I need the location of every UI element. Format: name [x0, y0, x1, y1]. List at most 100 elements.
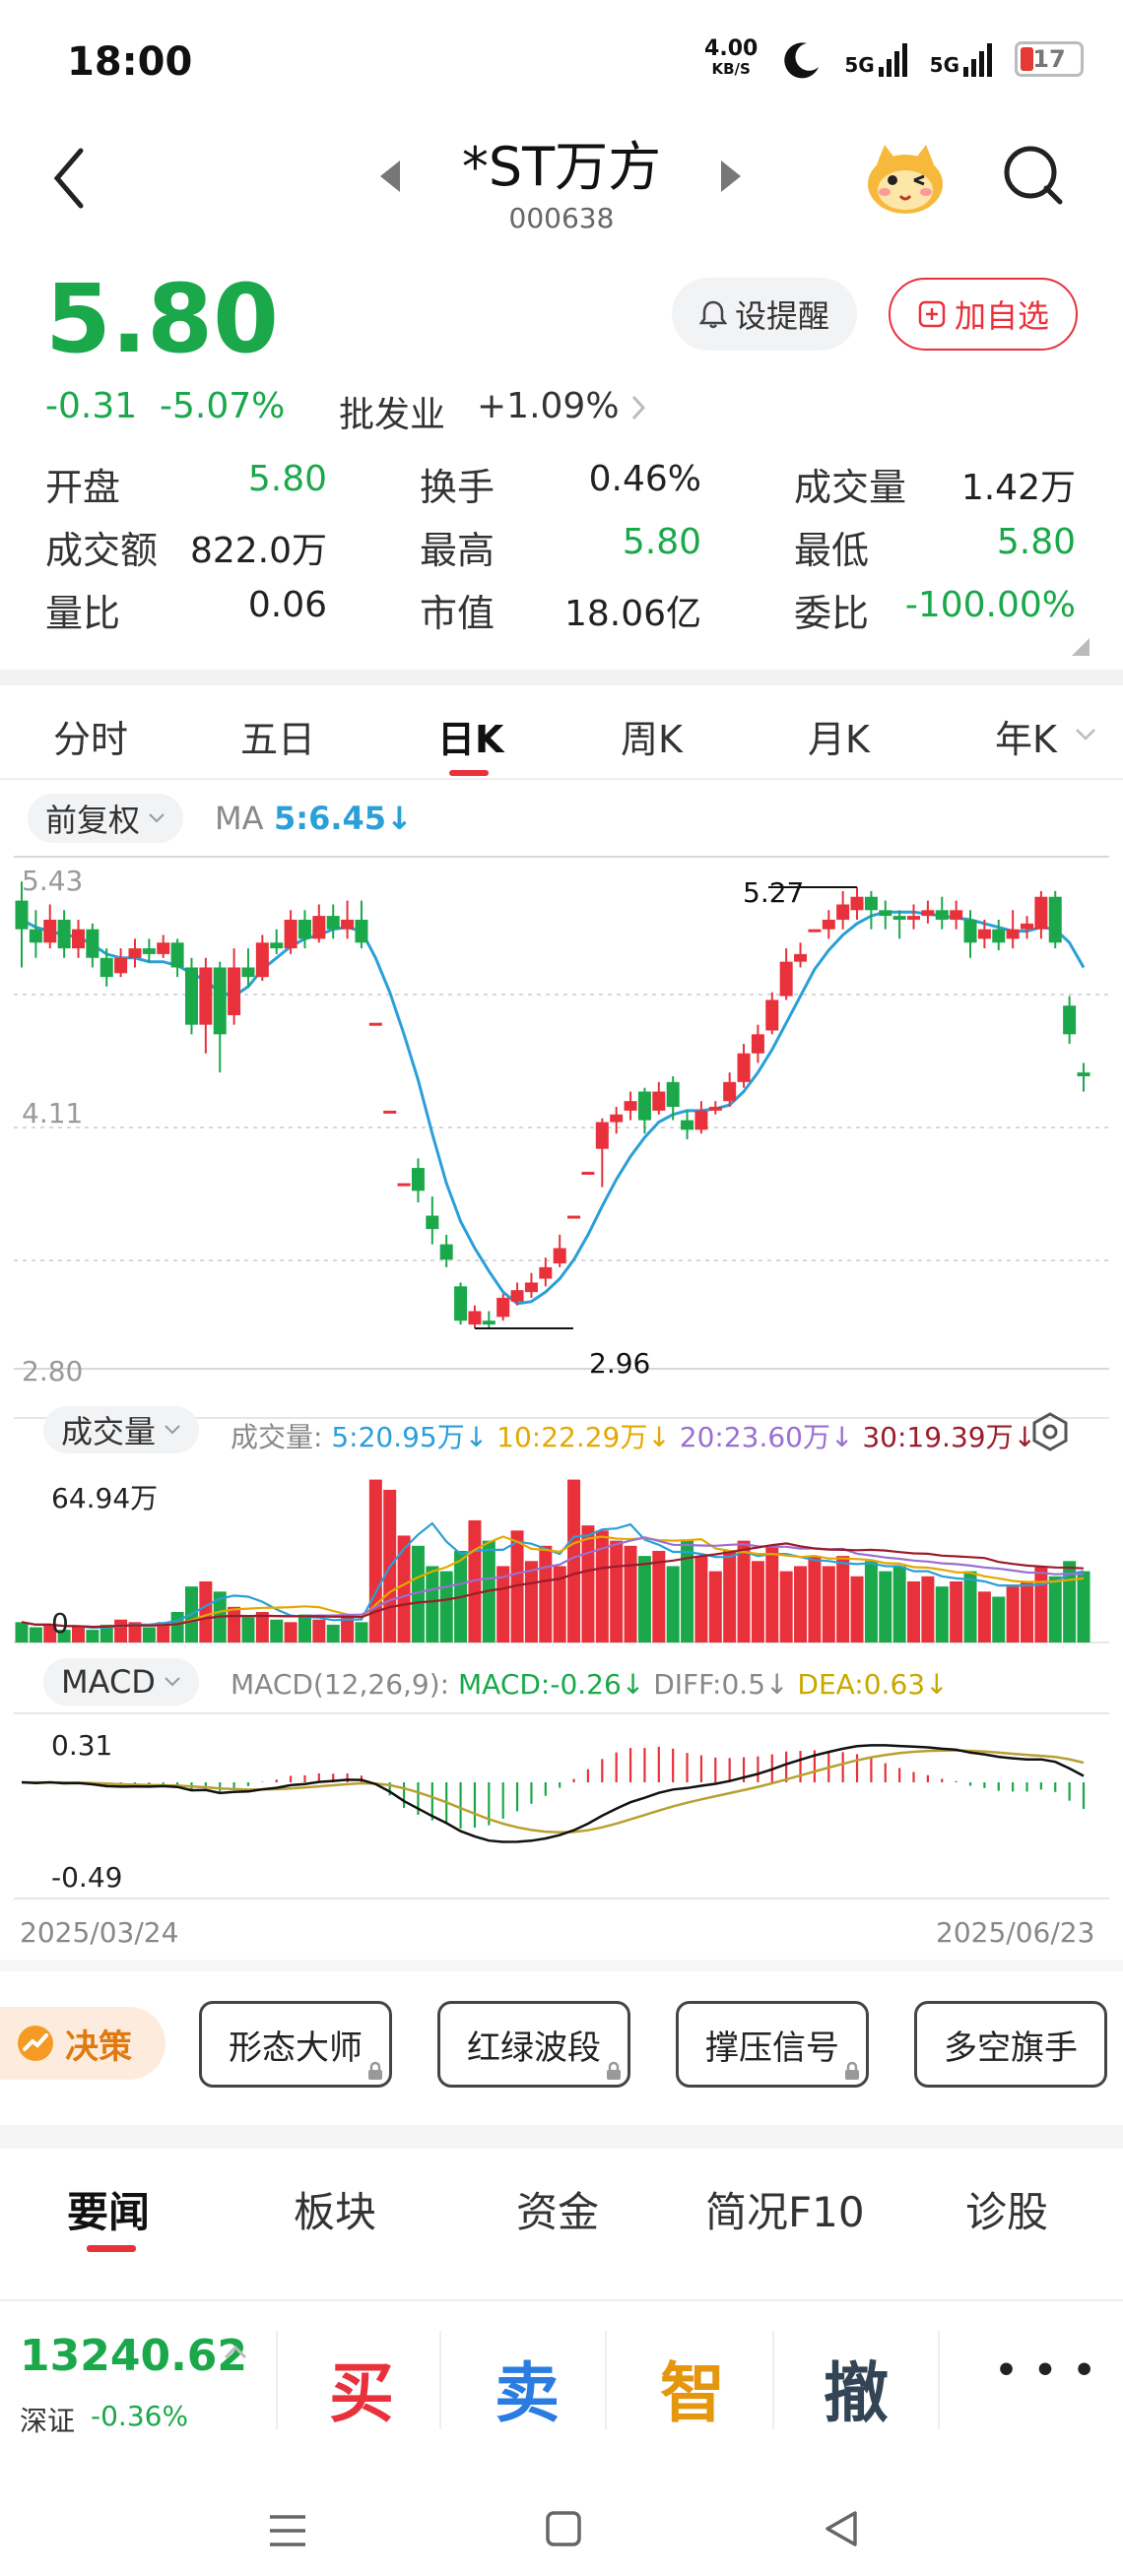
candle-body — [539, 1266, 553, 1279]
stat-label: 成交额 — [45, 529, 159, 572]
candle-body — [99, 957, 113, 978]
chevron-right-icon[interactable] — [630, 394, 646, 421]
volume-bar — [1006, 1586, 1020, 1642]
tab-yearly-k[interactable]: 年K — [995, 709, 1057, 763]
tab-weekly-k[interactable]: 周K — [621, 709, 683, 763]
more-button[interactable]: • • • — [995, 2351, 1097, 2391]
corner-expand-icon[interactable] — [1072, 638, 1090, 656]
screen: { "status_bar": {"time": "18:00", "speed… — [0, 0, 1123, 2576]
candle-body — [1034, 896, 1048, 930]
sell-button[interactable]: 卖 — [495, 2341, 560, 2435]
tab-daily-k[interactable]: 日K — [437, 709, 503, 763]
tab-diagnose[interactable]: 诊股 — [965, 2179, 1048, 2239]
candle-body — [341, 919, 355, 930]
volume-bar — [312, 1619, 326, 1642]
tab-news[interactable]: 要闻 — [67, 2179, 150, 2239]
stock-name: *ST万方 — [461, 136, 662, 198]
volume-bar — [950, 1580, 963, 1642]
chevron-down-icon[interactable] — [1074, 727, 1097, 742]
candle-body — [892, 916, 906, 920]
kline-y-top: 5.43 — [22, 865, 84, 897]
chevron-up-icon[interactable] — [223, 2345, 248, 2360]
tab-monthly-k[interactable]: 月K — [808, 709, 870, 763]
volume-bar — [326, 1624, 340, 1642]
tab-five-day[interactable]: 五日 — [240, 709, 315, 763]
volume-bar — [921, 1576, 935, 1642]
volume-bar — [341, 1617, 355, 1642]
volume-bar — [1077, 1571, 1090, 1642]
volume-bar — [524, 1561, 538, 1642]
candle-body — [199, 967, 213, 1025]
candle-body — [808, 929, 822, 933]
feature-support-resistance[interactable]: 撑压信号 — [676, 2001, 869, 2088]
next-stock-icon[interactable] — [717, 159, 745, 194]
candle-body — [524, 1282, 538, 1293]
candle-body — [1048, 896, 1062, 943]
signal-5g-icon-2: 5G — [930, 41, 993, 77]
stat-value: -100.00% — [904, 585, 1076, 625]
sector-label[interactable]: 批发业 — [339, 386, 445, 437]
stat-label: 委比 — [794, 592, 870, 635]
volume-bar — [624, 1545, 637, 1642]
volume-bar — [142, 1627, 156, 1642]
tab-sector[interactable]: 板块 — [294, 2179, 376, 2239]
date-end: 2025/06/23 — [936, 1916, 1095, 1949]
candle-body — [779, 961, 793, 997]
tab-f10[interactable]: 简况F10 — [705, 2179, 865, 2239]
set-alert-button[interactable]: 设提醒 — [672, 278, 857, 351]
candle-body — [157, 942, 170, 954]
index-value[interactable]: 13240.62 — [20, 2331, 247, 2381]
tab-minute[interactable]: 分时 — [53, 709, 128, 763]
current-price: 5.80 — [45, 264, 279, 374]
buy-button[interactable]: 买 — [329, 2341, 394, 2435]
candle-body — [355, 919, 368, 943]
feature-red-green-band[interactable]: 红绿波段 — [437, 2001, 630, 2088]
price-change-pct: -5.07% — [160, 386, 286, 426]
stock-charts[interactable] — [0, 847, 1123, 1960]
divider — [439, 2331, 441, 2429]
volume-bar — [879, 1571, 892, 1642]
feature-bull-bear-flag[interactable]: 多空旗手 — [914, 2001, 1107, 2088]
candle-body — [270, 942, 284, 949]
feature-pattern-master[interactable]: 形态大师 — [199, 2001, 392, 2088]
candle-body — [114, 957, 128, 974]
macd-selector[interactable]: MACD — [43, 1658, 199, 1706]
ma5-line — [21, 910, 1086, 1306]
adjust-selector[interactable]: 前复权 — [28, 794, 184, 843]
settings-hexagon-icon[interactable] — [1028, 1410, 1072, 1453]
volume-bar — [779, 1571, 793, 1642]
candle-body — [228, 967, 241, 1015]
ma5-value: 5:6.45↓ — [274, 800, 413, 837]
nav-back-icon[interactable] — [822, 2509, 861, 2548]
volume-bar — [637, 1556, 651, 1642]
smart-button[interactable]: 智 — [660, 2341, 725, 2435]
divider — [605, 2331, 607, 2429]
candle-body — [213, 967, 227, 1035]
volume-bar — [935, 1586, 949, 1642]
candle-body — [1006, 929, 1020, 939]
decision-badge[interactable]: 决策 — [0, 2007, 165, 2080]
macd-y-top: 0.31 — [51, 1729, 113, 1762]
stat-value: 5.80 — [996, 522, 1076, 562]
stat-value: 822.0万 — [189, 531, 327, 571]
add-watchlist-button[interactable]: 加自选 — [889, 278, 1078, 351]
stat-value: 0.06 — [247, 585, 327, 625]
candle-body — [468, 1311, 482, 1325]
home-icon[interactable] — [544, 2509, 583, 2548]
candle-body — [383, 1110, 397, 1114]
volume-selector[interactable]: 成交量 — [43, 1406, 200, 1453]
candle-body — [439, 1244, 453, 1260]
candle-body — [737, 1053, 751, 1082]
cancel-order-button[interactable]: 撤 — [824, 2341, 889, 2435]
candle-body — [142, 948, 156, 954]
menu-icon[interactable] — [266, 2511, 309, 2550]
battery-icon: 17 — [1015, 41, 1084, 77]
sector-change[interactable]: +1.09% — [477, 386, 620, 426]
search-icon[interactable] — [1001, 143, 1066, 208]
candle-body — [907, 916, 921, 920]
lock-icon — [845, 2061, 859, 2080]
tab-funds[interactable]: 资金 — [516, 2179, 599, 2239]
volume-bar — [850, 1576, 864, 1642]
date-start: 2025/03/24 — [20, 1916, 179, 1949]
mascot-avatar-icon[interactable] — [863, 135, 948, 220]
